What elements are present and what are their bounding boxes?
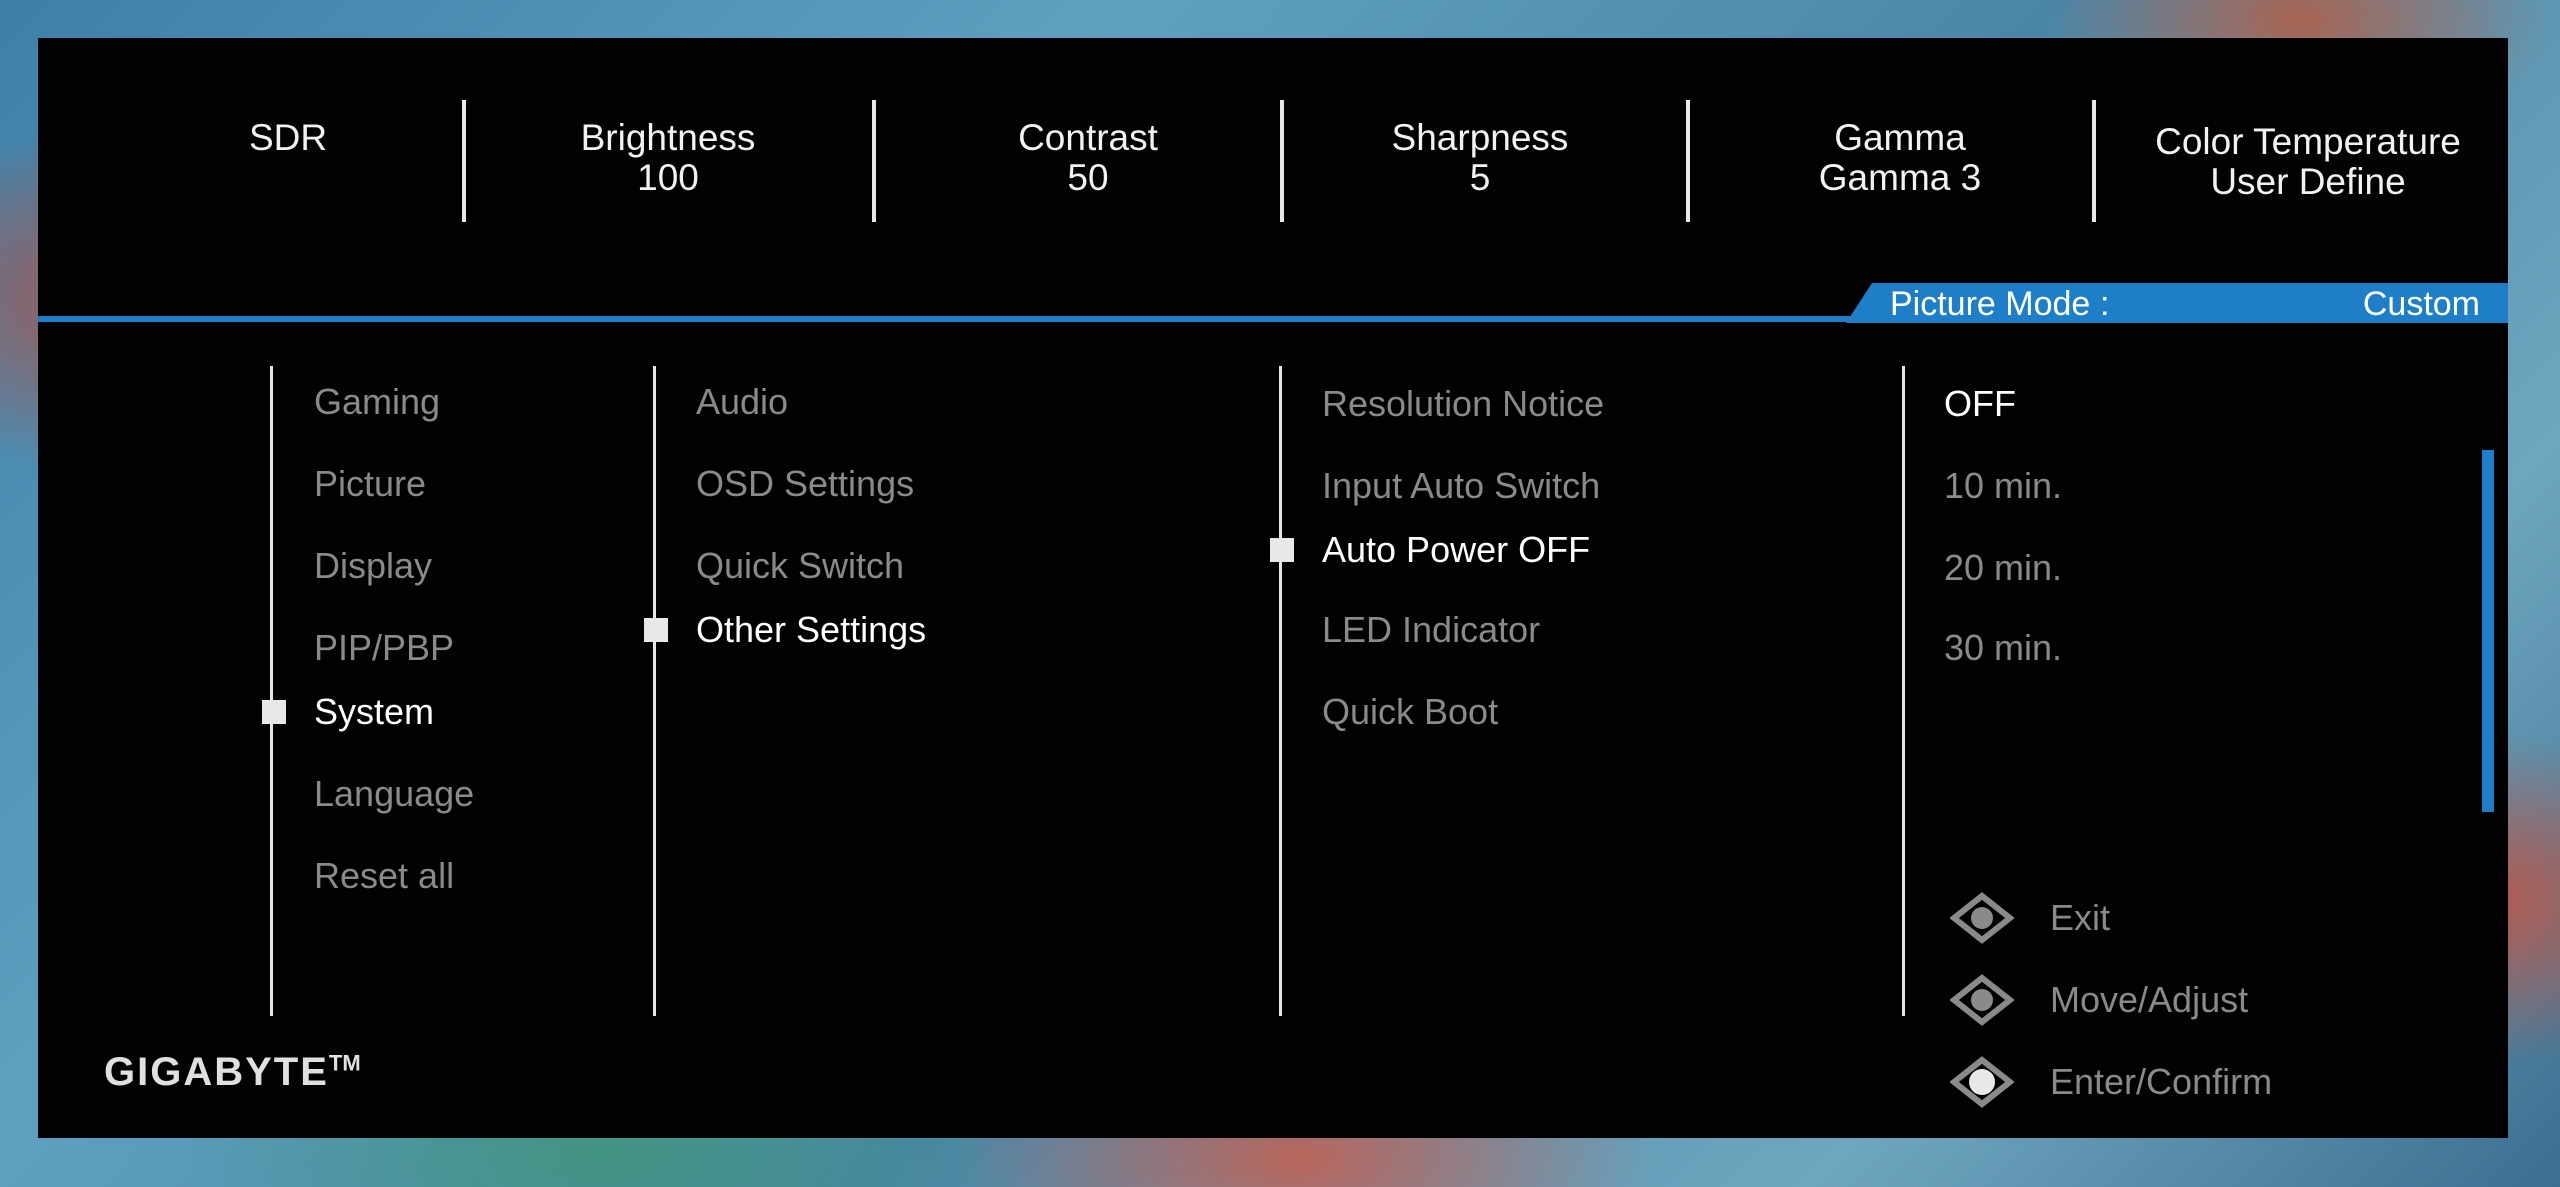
menu-item-reset-all[interactable]: Reset all xyxy=(314,854,454,898)
help-enter-confirm-label: Enter/Confirm xyxy=(2050,1061,2273,1102)
setting-item-led-indicator[interactable]: LED Indicator xyxy=(1322,608,1540,652)
param-sharpness-value: 5 xyxy=(1469,157,1491,198)
param-divider xyxy=(1280,100,1284,222)
setting-item-resolution-notice[interactable]: Resolution Notice xyxy=(1322,382,1604,426)
gigabyte-logo: GIGABYTETM xyxy=(104,1050,361,1095)
param-divider xyxy=(462,100,466,222)
menu-item-language[interactable]: Language xyxy=(314,772,474,816)
param-gamma-label: Gamma xyxy=(1834,117,1966,158)
submenu-item-osd-settings[interactable]: OSD Settings xyxy=(696,462,914,506)
param-color-temperature-value: User Define xyxy=(2210,161,2406,202)
picture-mode-label: Picture Mode xyxy=(1890,285,2091,323)
submenu-item-other-settings[interactable]: Other Settings xyxy=(696,608,926,652)
monitor-osd-panel: SDR Brightness 100 Contrast 50 Sharpness… xyxy=(38,38,2508,1138)
param-sharpness-label: Sharpness xyxy=(1391,117,1569,158)
menu-item-gaming[interactable]: Gaming xyxy=(314,380,440,424)
menu-item-system[interactable]: System xyxy=(314,690,434,734)
setting-item-quick-boot[interactable]: Quick Boot xyxy=(1322,690,1498,734)
menu-item-pip-pbp[interactable]: PIP/PBP xyxy=(314,626,454,670)
param-divider xyxy=(872,100,876,222)
help-exit-label: Exit xyxy=(2050,897,2111,938)
column-divider xyxy=(270,366,273,1016)
menu-item-picture[interactable]: Picture xyxy=(314,462,426,506)
brand-trademark: TM xyxy=(328,1050,361,1076)
column-divider xyxy=(1902,366,1905,1016)
option-item-off[interactable]: OFF xyxy=(1944,382,2016,426)
column-divider xyxy=(653,366,656,1016)
selection-marker xyxy=(644,618,668,642)
param-contrast-value: 50 xyxy=(1067,157,1109,198)
param-divider xyxy=(2092,100,2096,222)
setting-item-auto-power-off[interactable]: Auto Power OFF xyxy=(1322,528,1590,572)
param-color-temperature-label: Color Temperature xyxy=(2155,121,2461,162)
submenu-item-quick-switch[interactable]: Quick Switch xyxy=(696,544,904,588)
help-move-adjust-label: Move/Adjust xyxy=(2050,979,2249,1020)
param-brightness-value: 100 xyxy=(637,157,699,198)
scrollbar[interactable] xyxy=(2482,450,2494,812)
joystick-exit-icon xyxy=(1950,892,2014,944)
picture-mode-colon: : xyxy=(2100,285,2110,323)
param-gamma-value: Gamma 3 xyxy=(1818,157,1982,198)
param-brightness-label: Brightness xyxy=(580,117,756,158)
param-sharpness: Sharpness 5 xyxy=(1290,118,1670,198)
submenu-item-audio[interactable]: Audio xyxy=(696,380,788,424)
param-contrast: Contrast 50 xyxy=(898,118,1278,198)
picture-mode-value: Custom xyxy=(2362,285,2480,323)
setting-item-input-auto-switch[interactable]: Input Auto Switch xyxy=(1322,464,1600,508)
param-brightness: Brightness 100 xyxy=(478,118,858,198)
option-item-10-min[interactable]: 10 min. xyxy=(1944,464,2062,508)
param-sdr: SDR xyxy=(98,118,478,158)
param-color-temperature: Color Temperature User Define xyxy=(2108,122,2508,202)
param-contrast-label: Contrast xyxy=(1018,117,1158,158)
menu-item-display[interactable]: Display xyxy=(314,544,432,588)
param-sdr-label: SDR xyxy=(248,117,328,158)
status-bar: SDR Brightness 100 Contrast 50 Sharpness… xyxy=(38,38,2508,318)
joystick-enter-icon xyxy=(1950,1056,2014,1108)
option-item-20-min[interactable]: 20 min. xyxy=(1944,546,2062,590)
joystick-move-icon xyxy=(1950,974,2014,1026)
selection-marker xyxy=(1270,538,1294,562)
brand-name: GIGABYTE xyxy=(104,1050,329,1094)
selection-marker xyxy=(262,700,286,724)
column-divider xyxy=(1279,366,1282,1016)
param-gamma: Gamma Gamma 3 xyxy=(1710,118,2090,198)
option-item-30-min[interactable]: 30 min. xyxy=(1944,626,2062,670)
param-divider xyxy=(1686,100,1690,222)
